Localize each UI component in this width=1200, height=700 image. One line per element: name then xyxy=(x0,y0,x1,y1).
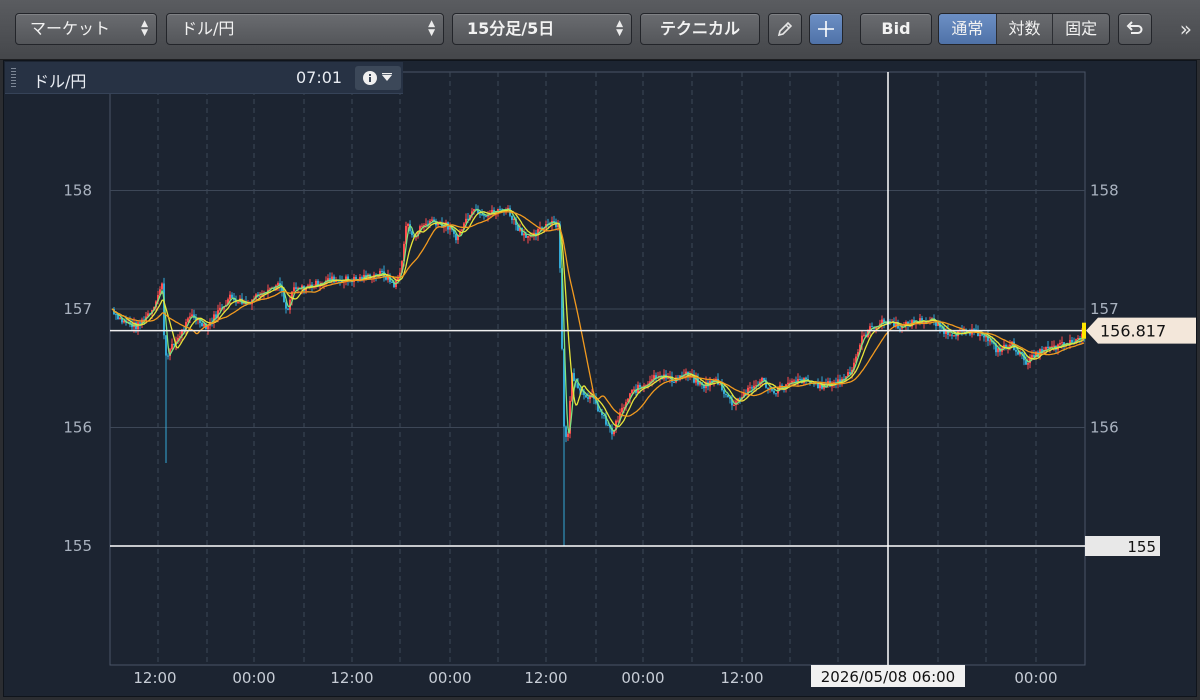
x-tick-label: 00:00 xyxy=(621,669,664,687)
y-tick-label-right: 158 xyxy=(1090,182,1119,200)
x-tick-label: 00:00 xyxy=(232,669,275,687)
y-tick-label-right: 157 xyxy=(1090,300,1119,318)
x-tick-label: 12:00 xyxy=(330,669,373,687)
crosshair-price-label: 155 xyxy=(1127,538,1156,556)
x-tick-label: 12:00 xyxy=(133,669,176,687)
info-button[interactable] xyxy=(355,66,401,90)
y-tick-label-left: 157 xyxy=(63,300,92,318)
plot-area xyxy=(109,71,1086,666)
y-tick-label-right: 156 xyxy=(1090,419,1119,437)
y-tick-label-left: 155 xyxy=(63,537,92,555)
chart-info-box: ドル/円 07:01 xyxy=(5,62,403,94)
info-symbol: ドル/円 xyxy=(33,72,87,91)
price-chart[interactable]: 155 155 156 156 157 157 158 158 12:00 00:00 12:00 0… xyxy=(0,0,1200,700)
y-tick-label-left: 156 xyxy=(63,419,92,437)
info-icon xyxy=(363,71,392,85)
current-price-marker xyxy=(1082,322,1086,339)
info-time: 07:01 xyxy=(296,68,343,87)
crosshair-time-label: 2026/05/08 06:00 xyxy=(821,668,955,686)
x-tick-label: 00:00 xyxy=(1014,669,1057,687)
drag-handle[interactable] xyxy=(11,68,16,88)
x-tick-label: 12:00 xyxy=(524,669,567,687)
x-tick-label: 00:00 xyxy=(428,669,471,687)
current-price-label: 156.817 xyxy=(1100,322,1166,341)
x-tick-label: 12:00 xyxy=(720,669,763,687)
y-tick-label-left: 158 xyxy=(63,182,92,200)
